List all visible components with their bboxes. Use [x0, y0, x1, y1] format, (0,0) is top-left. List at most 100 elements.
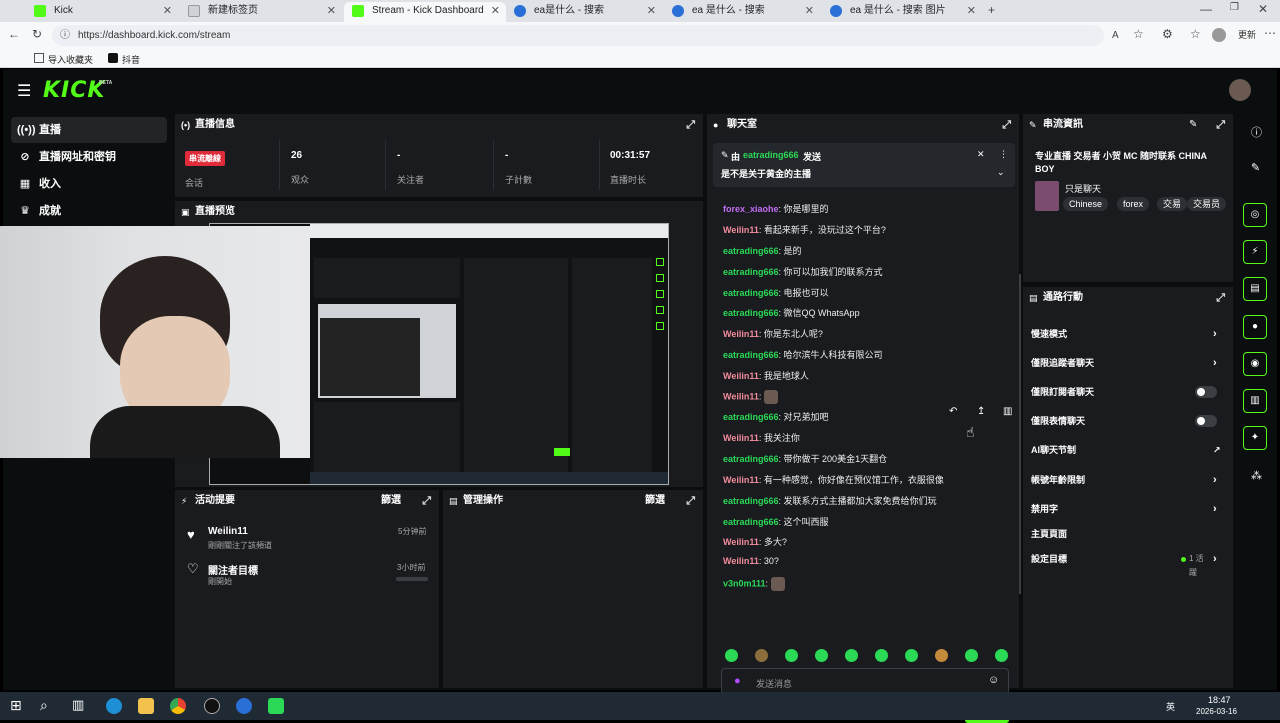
chat-message[interactable]: Weilin11: 多大? — [723, 535, 787, 548]
expand-icon[interactable]: ⤢ — [422, 490, 431, 512]
chat-message[interactable]: Weilin11: 你是东北人呢? — [723, 327, 823, 340]
chat-message[interactable]: eatrading666: 你可以加我们的联系方式 — [723, 265, 883, 278]
category-name[interactable]: 只是聊天 — [1065, 182, 1101, 195]
edit-icon[interactable]: ✎ — [1251, 161, 1260, 174]
action-ai-moderation[interactable]: AI聊天节制 ↗ — [1031, 443, 1221, 457]
rail-bolt-button[interactable]: ⚡ — [1243, 240, 1267, 264]
chat-message[interactable]: Weilin11: 看起来新手，没玩过这个平台? — [723, 223, 886, 236]
tag[interactable]: forex — [1117, 197, 1150, 211]
start-icon[interactable]: ⊞ — [10, 697, 22, 714]
emote-icon[interactable] — [845, 649, 858, 662]
chat-username[interactable]: eatrading666 — [723, 308, 779, 318]
chat-username[interactable]: eatrading666 — [723, 496, 779, 506]
extensions-icon[interactable]: ⚙ — [1162, 27, 1173, 41]
chat-message[interactable]: eatrading666: 哈尔滨牛人科技有限公司 — [723, 348, 883, 361]
browser-tab-search-2[interactable]: ea 是什么 - 搜索 ✕ — [664, 2, 820, 22]
emote-icon[interactable] — [935, 649, 948, 662]
chat-message[interactable]: Weilin11: 我关注你 — [723, 431, 800, 444]
sidebar-item-stream-key[interactable]: ⊘ 直播网址和密钥 — [11, 144, 167, 170]
user-avatar[interactable] — [1229, 79, 1251, 101]
chat-message[interactable]: eatrading666: 带你做干 200美金1天翻仓 — [723, 452, 887, 465]
clock-time[interactable]: 18:47 — [1208, 695, 1231, 705]
action-slow-mode[interactable]: 慢速模式 › — [1031, 327, 1217, 341]
tag[interactable]: 交易员 — [1187, 197, 1227, 211]
input-language[interactable]: 英 — [1166, 700, 1175, 713]
pin-message-icon[interactable]: ↥ — [977, 406, 985, 417]
address-bar[interactable]: ⓘ https://dashboard.kick.com/stream A — [52, 25, 1119, 46]
sidebar-item-revenue[interactable]: ▦ 收入 — [11, 171, 167, 197]
expand-icon[interactable]: ⤢ — [686, 114, 695, 136]
chat-message[interactable]: eatrading666: 发联系方式主播都加大家免费给你们玩 — [723, 494, 937, 507]
chat-message[interactable]: eatrading666: 这个叫西服 — [723, 515, 829, 528]
minimize-icon[interactable]: — — [1200, 2, 1212, 16]
chat-message[interactable]: Weilin11: 我是地球人 — [723, 369, 809, 382]
chat-message[interactable]: eatrading666: 对兄弟加吧 — [723, 410, 829, 423]
action-home-page[interactable]: 主頁頁面 — [1031, 527, 1211, 541]
edit-icon[interactable]: ✎ — [1189, 114, 1197, 136]
info-icon[interactable]: ⓘ — [1251, 124, 1262, 140]
close-window-icon[interactable]: ✕ — [1258, 2, 1268, 16]
unpin-icon[interactable]: ✕ — [977, 149, 985, 160]
close-tab-icon[interactable]: ✕ — [491, 2, 500, 20]
activity-goal[interactable]: 關注者目標 — [208, 562, 258, 577]
chat-username[interactable]: Weilin11 — [723, 329, 759, 339]
action-set-goal[interactable]: 設定目標 1 活躍 › — [1031, 552, 1217, 577]
update-label[interactable]: 更新 — [1238, 28, 1256, 41]
rail-mod-button[interactable]: ▥ — [1243, 389, 1267, 413]
chrome-icon[interactable] — [170, 698, 186, 714]
chat-username[interactable]: Weilin11 — [723, 475, 759, 485]
emote-icon[interactable] — [965, 649, 978, 662]
filter-button[interactable]: 篩選 — [381, 490, 401, 512]
edge-icon[interactable] — [106, 698, 122, 714]
reload-icon[interactable]: ↻ — [32, 27, 42, 41]
task-view-icon[interactable]: ▥ — [72, 697, 84, 713]
bookmark-import[interactable]: 导入收藏夹 — [48, 53, 93, 66]
emotes-only-toggle[interactable] — [1195, 415, 1217, 427]
expand-icon[interactable]: ⤢ — [686, 490, 695, 512]
rail-chat-button[interactable]: ● — [1243, 315, 1267, 339]
maximize-icon[interactable]: ❐ — [1230, 2, 1239, 13]
more-menu-icon[interactable]: ⋯ — [1264, 26, 1276, 40]
menu-icon[interactable]: ☰ — [17, 81, 31, 101]
chat-username[interactable]: eatrading666 — [723, 454, 779, 464]
chat-message[interactable]: Weilin11: — [723, 390, 778, 404]
bookmark-douyin[interactable]: 抖音 — [122, 53, 140, 66]
clock-date[interactable]: 2026-03-16 — [1196, 707, 1237, 716]
collections-icon[interactable]: ☆ — [1190, 27, 1201, 41]
emote-icon[interactable] — [755, 649, 768, 662]
browser-tab-search-1[interactable]: ea是什么 - 搜索 ✕ — [506, 2, 662, 22]
rail-tools-button[interactable]: ✦ — [1243, 426, 1267, 450]
filter-button[interactable]: 篩選 — [645, 490, 665, 512]
search-icon[interactable]: ⌕ — [40, 697, 48, 714]
chat-message[interactable]: forex_xiaohe: 你是哪里的 — [723, 202, 829, 215]
chat-message[interactable]: v3n0m111: — [723, 577, 785, 591]
close-tab-icon[interactable]: ✕ — [327, 2, 336, 20]
sidebar-item-live[interactable]: ((•)) 直播 — [11, 117, 167, 143]
chat-username[interactable]: v3n0m111 — [723, 578, 766, 588]
close-tab-icon[interactable]: ✕ — [967, 2, 976, 20]
chat-username[interactable]: Weilin11 — [723, 556, 759, 566]
browser-tab-search-3[interactable]: ea 是什么 - 搜索 图片 ✕ — [822, 2, 982, 22]
activity-user[interactable]: Weilin11 — [208, 526, 248, 537]
chat-message[interactable]: eatrading666: 是的 — [723, 244, 802, 257]
emote-icon[interactable] — [725, 649, 738, 662]
sidebar-item-achievements[interactable]: ♛ 成就 — [11, 198, 167, 224]
chat-username[interactable]: eatrading666 — [723, 350, 779, 360]
chat-scrollbar[interactable] — [1019, 274, 1021, 594]
browser-tab-dashboard[interactable]: Stream - Kick Dashboard ✕ — [344, 2, 506, 22]
close-tab-icon[interactable]: ✕ — [647, 2, 656, 20]
chat-username[interactable]: eatrading666 — [723, 517, 779, 527]
chat-username[interactable]: Weilin11 — [723, 537, 759, 547]
profile-avatar[interactable] — [1212, 28, 1226, 42]
site-info-icon[interactable]: ⓘ — [60, 25, 70, 46]
chat-username[interactable]: Weilin11 — [723, 225, 759, 235]
read-aloud-icon[interactable]: A — [1112, 25, 1119, 46]
chat-message[interactable]: Weilin11: 30? — [723, 556, 779, 566]
chat-message[interactable]: eatrading666: 电报也可以 — [723, 286, 829, 299]
obs-icon[interactable] — [204, 698, 220, 714]
emote-icon[interactable] — [995, 649, 1008, 662]
reply-icon[interactable]: ↶ — [949, 406, 957, 417]
rail-camera-button[interactable]: ◎ — [1243, 203, 1267, 227]
delete-icon[interactable]: ▥ — [1003, 406, 1012, 417]
chat-username[interactable]: eatrading666 — [723, 412, 779, 422]
